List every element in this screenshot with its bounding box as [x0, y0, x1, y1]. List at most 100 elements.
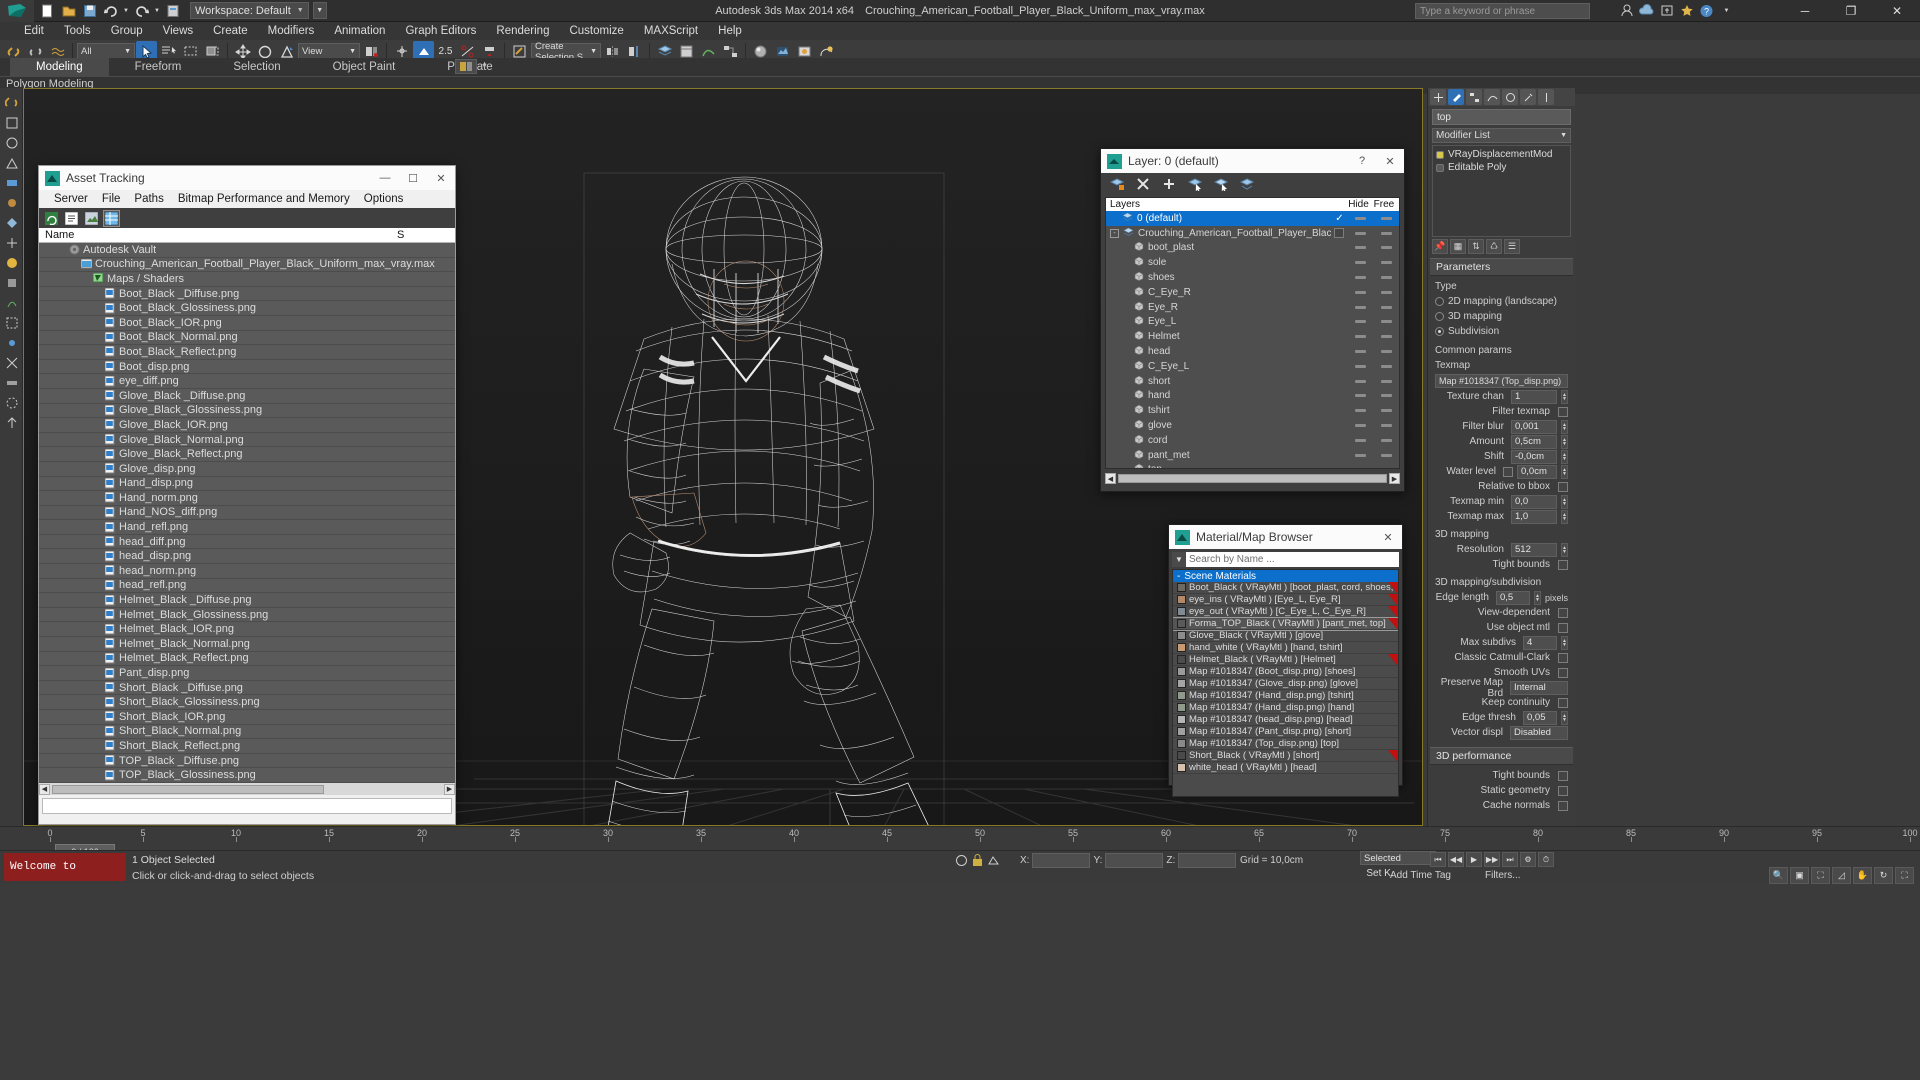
asset-row[interactable]: TOP_Black _Diffuse.png: [39, 754, 455, 769]
layer-hide-cell[interactable]: [1348, 290, 1373, 294]
menu-item-graph-editors[interactable]: Graph Editors: [395, 22, 486, 40]
at-menu-bitmap-performance[interactable]: Bitmap Performance and Memory: [171, 193, 357, 205]
zoom-all-icon[interactable]: ▣: [1790, 867, 1809, 884]
checkbox-icon[interactable]: [1503, 466, 1513, 477]
layer-hide-cell[interactable]: [1348, 424, 1373, 428]
command-panel-icon-13[interactable]: [2, 333, 21, 352]
asset-row[interactable]: Short_Black _Diffuse.png: [39, 681, 455, 696]
asset-row[interactable]: Pant_disp.png: [39, 666, 455, 681]
texmap-min-field[interactable]: 0,0: [1511, 494, 1557, 509]
asset-row[interactable]: Helmet_Black_Normal.png: [39, 637, 455, 652]
lock-selection-icon[interactable]: [972, 854, 983, 870]
add-time-tag-label[interactable]: Add Time Tag: [1390, 870, 1451, 881]
rollup-performance-header[interactable]: 3D performance: [1430, 747, 1573, 765]
command-panel-icon-11[interactable]: [2, 293, 21, 312]
command-panel-icon-9[interactable]: [2, 253, 21, 272]
perf-tight-bounds-row[interactable]: Tight bounds: [1435, 768, 1568, 783]
tab-utilities[interactable]: [1520, 89, 1536, 105]
asset-tracking-dialog[interactable]: Asset Tracking — ☐ ✕ Server File Paths B…: [38, 165, 456, 825]
make-unique-icon[interactable]: ⇅: [1468, 239, 1484, 254]
material-row[interactable]: Map #1018347 (Top_disp.png) [top]: [1173, 738, 1398, 750]
radio-icon[interactable]: [1435, 312, 1444, 321]
filter-blur-field[interactable]: 0,001: [1511, 419, 1557, 434]
command-panel-icon-3[interactable]: [2, 133, 21, 152]
expand-collapse-icon[interactable]: -: [1110, 228, 1119, 238]
layer-hide-cell[interactable]: [1348, 364, 1373, 368]
spinner-icon[interactable]: ▲ ▼: [1561, 464, 1568, 479]
menu-item-rendering[interactable]: Rendering: [486, 22, 559, 40]
asset-row[interactable]: Glove_Black_Normal.png: [39, 433, 455, 448]
layer-column-name[interactable]: Layers: [1106, 199, 1331, 210]
asset-row[interactable]: Glove_Black_Glossiness.png: [39, 404, 455, 419]
command-panel-icon-4[interactable]: [2, 153, 21, 172]
texmap-max-field[interactable]: 1,0: [1511, 509, 1557, 524]
material-row[interactable]: Helmet_Black ( VRayMtl ) [Helmet]: [1173, 654, 1398, 666]
layer-hide-cell[interactable]: [1348, 468, 1373, 469]
checkbox-icon[interactable]: [1558, 770, 1568, 781]
menu-item-modifiers[interactable]: Modifiers: [258, 22, 325, 40]
refresh-icon[interactable]: [44, 211, 59, 226]
checkbox-icon[interactable]: [1558, 800, 1568, 811]
close-button[interactable]: ✕: [1874, 0, 1920, 22]
object-name-field[interactable]: top: [1432, 109, 1571, 125]
material-row[interactable]: eye_ins ( VRayMtl ) [Eye_L, Eye_R]: [1173, 594, 1398, 606]
asset-row[interactable]: Boot_disp.png: [39, 360, 455, 375]
resolution-field[interactable]: 512: [1511, 542, 1557, 557]
asset-row[interactable]: Glove_Black_Reflect.png: [39, 447, 455, 462]
layer-freeze-cell[interactable]: [1374, 246, 1399, 250]
configure-modifier-sets-icon[interactable]: ☰: [1504, 239, 1520, 254]
asset-tracking-close-button[interactable]: ✕: [427, 166, 455, 190]
layer-row[interactable]: sole: [1106, 255, 1399, 270]
previous-frame-icon[interactable]: ◀◀: [1448, 852, 1464, 867]
filter-texmap-row[interactable]: Filter texmap: [1435, 404, 1568, 419]
pan-view-icon[interactable]: ✋: [1853, 867, 1872, 884]
perf-static-geometry-row[interactable]: Static geometry: [1435, 783, 1568, 798]
material-row[interactable]: Map #1018347 (Glove_disp.png) [glove]: [1173, 678, 1398, 690]
spinner-icon[interactable]: ▲ ▼: [1561, 419, 1568, 434]
zoom-icon[interactable]: 🔍: [1769, 867, 1788, 884]
asset-row[interactable]: Boot_Black_IOR.png: [39, 316, 455, 331]
command-panel-icon-8[interactable]: [2, 233, 21, 252]
layer-freeze-cell[interactable]: [1374, 453, 1399, 457]
welcome-banner[interactable]: Welcome to: [4, 853, 126, 881]
material-row[interactable]: Glove_Black ( VRayMtl ) [glove]: [1173, 630, 1398, 642]
asset-row[interactable]: Short_Black_IOR.png: [39, 710, 455, 725]
max-subdivs-field[interactable]: 4: [1523, 635, 1557, 650]
collapse-icon[interactable]: -: [1177, 571, 1180, 582]
maximize-button[interactable]: ❐: [1828, 0, 1874, 22]
material-row[interactable]: Forma_TOP_Black ( VRayMtl ) [pant_met, t…: [1173, 617, 1398, 631]
key-filters-button[interactable]: Filters...: [1485, 870, 1521, 881]
ribbon-tab-freeform[interactable]: Freeform: [109, 58, 208, 76]
funnel-filter-icon[interactable]: ▼: [1172, 552, 1186, 567]
layer-row[interactable]: Helmet: [1106, 329, 1399, 344]
layer-hide-cell[interactable]: [1348, 216, 1373, 220]
layer-freeze-cell[interactable]: [1374, 335, 1399, 339]
layer-freeze-cell[interactable]: [1374, 364, 1399, 368]
material-group-scene-materials[interactable]: - Scene Materials: [1173, 570, 1398, 582]
add-to-layer-icon[interactable]: [1161, 176, 1177, 192]
thumbnail-view-icon[interactable]: [84, 211, 99, 226]
material-row[interactable]: Map #1018347 (Hand_disp.png) [hand]: [1173, 702, 1398, 714]
select-highlighted-layer-icon[interactable]: [1239, 176, 1255, 192]
search-input[interactable]: Type a keyword or phrase: [1415, 3, 1590, 19]
material-row[interactable]: Boot_Black ( VRayMtl ) [boot_plast, cord…: [1173, 582, 1398, 594]
layer-row[interactable]: C_Eye_L: [1106, 359, 1399, 374]
maximize-viewport-toggle-icon[interactable]: ⛶: [1895, 867, 1914, 884]
hscroll-thumb[interactable]: [52, 784, 324, 794]
relative-to-bbox-row[interactable]: Relative to bbox: [1435, 479, 1568, 494]
menu-item-maxscript[interactable]: MAXScript: [634, 22, 708, 40]
column-header-status[interactable]: S: [397, 229, 455, 241]
asset-row[interactable]: TOP_Black_Glossiness.png: [39, 768, 455, 783]
material-row[interactable]: Map #1018347 (head_disp.png) [head]: [1173, 714, 1398, 726]
asset-row[interactable]: Helmet_Black_Glossiness.png: [39, 608, 455, 623]
asset-tracking-maximize-button[interactable]: ☐: [399, 166, 427, 190]
command-panel-icon-2[interactable]: [2, 113, 21, 132]
layer-row[interactable]: Eye_L: [1106, 315, 1399, 330]
tree-node-max-file[interactable]: Crouching_American_Football_Player_Black…: [39, 258, 455, 273]
asset-row[interactable]: Glove_disp.png: [39, 462, 455, 477]
scroll-right-icon[interactable]: ▶: [444, 783, 455, 795]
radio-icon[interactable]: [1435, 327, 1444, 336]
asset-row[interactable]: Hand_refl.png: [39, 520, 455, 535]
checkbox-icon[interactable]: [1558, 406, 1568, 417]
material-search-bar[interactable]: ▼ Search by Name ...: [1172, 552, 1399, 567]
